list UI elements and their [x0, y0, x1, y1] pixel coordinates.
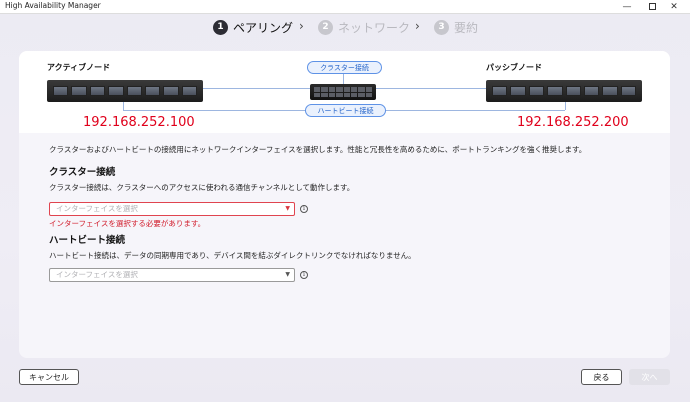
- window-title: High Availability Manager: [5, 1, 101, 10]
- wizard-stepper: 1 ペアリング › 2 ネットワーク › 3 要約: [0, 18, 690, 36]
- step-pairing: 1 ペアリング: [213, 18, 293, 36]
- chevron-right-icon: ›: [299, 19, 304, 33]
- window-titlebar: High Availability Manager — ✕: [0, 0, 690, 14]
- caret-down-icon: ▼: [285, 271, 290, 278]
- close-button[interactable]: ✕: [665, 0, 683, 14]
- intro-text: クラスターおよびハートビートの接続用にネットワークインターフェイスを選択します。…: [49, 145, 587, 154]
- step-summary: 3 要約: [434, 18, 478, 36]
- topology-diagram: アクティブノード パッシブノード クラスター接続 ハートビート接続 192.16…: [19, 51, 670, 133]
- step-number: 1: [213, 19, 228, 35]
- step-number: 3: [434, 19, 449, 35]
- active-node-label: アクティブノード: [47, 63, 111, 72]
- heartbeat-line-right: [565, 102, 566, 110]
- network-switch: [310, 84, 376, 100]
- cluster-line-center: [343, 74, 344, 84]
- active-node-server: [47, 80, 203, 102]
- minimize-button[interactable]: —: [618, 0, 636, 14]
- step-label: 要約: [454, 20, 479, 35]
- passive-node-label: パッシブノード: [486, 63, 542, 72]
- heartbeat-connection-pill: ハートビート接続: [305, 104, 386, 117]
- back-button[interactable]: 戻る: [581, 369, 622, 385]
- passive-node-ip: 192.168.252.200: [517, 115, 629, 130]
- step-network: 2 ネットワーク: [318, 18, 410, 36]
- cluster-connection-pill: クラスター接続: [307, 61, 382, 74]
- cluster-heading: クラスター接続: [49, 167, 116, 178]
- cluster-error-message: インターフェイスを選択する必要があります。: [49, 219, 206, 228]
- next-button[interactable]: 次へ: [629, 369, 670, 385]
- heartbeat-interface-select[interactable]: インターフェイスを選択 ▼: [49, 268, 295, 282]
- info-icon[interactable]: i: [300, 271, 308, 279]
- step-label: ネットワーク: [338, 20, 411, 35]
- select-placeholder: インターフェイスを選択: [56, 204, 138, 213]
- cluster-description: クラスター接続は、クラスターへのアクセスに使われる通信チャンネルとして動作します…: [49, 183, 355, 192]
- step-label: ペアリング: [233, 20, 294, 35]
- step-number: 2: [318, 19, 333, 35]
- maximize-button[interactable]: [643, 0, 661, 14]
- cluster-interface-select[interactable]: インターフェイスを選択 ▼: [49, 202, 295, 216]
- info-icon[interactable]: i: [300, 205, 308, 213]
- maximize-icon: [648, 3, 656, 10]
- caret-down-icon: ▼: [285, 205, 290, 212]
- cancel-button[interactable]: キャンセル: [19, 369, 79, 385]
- heartbeat-line-left: [123, 102, 124, 110]
- chevron-right-icon: ›: [415, 19, 420, 33]
- passive-node-server: [486, 80, 642, 102]
- active-node-ip: 192.168.252.100: [83, 115, 195, 130]
- heartbeat-description: ハートビート接続は、データの同期専用であり、デバイス間を結ぶダイレクトリンクでな…: [49, 251, 416, 260]
- heartbeat-heading: ハートビート接続: [49, 235, 126, 246]
- select-placeholder: インターフェイスを選択: [56, 270, 138, 279]
